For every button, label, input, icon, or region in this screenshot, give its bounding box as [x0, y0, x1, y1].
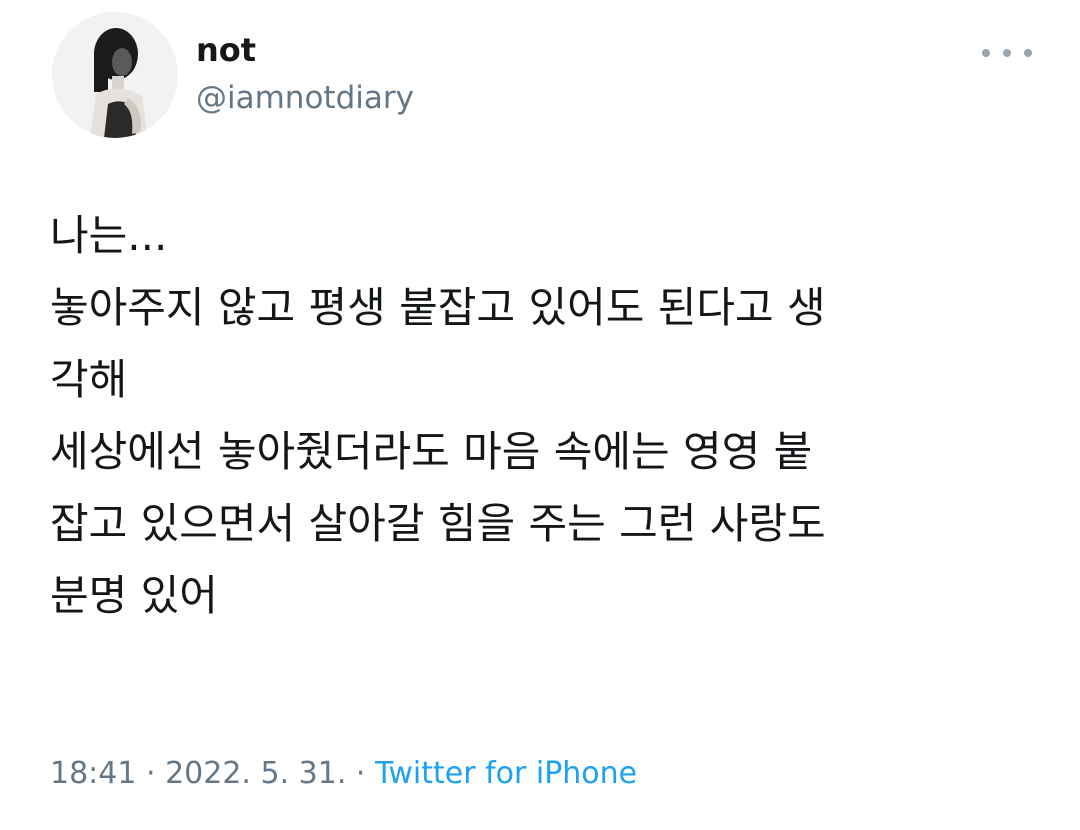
profile-photo-icon: [52, 12, 178, 138]
tweet-text-line: 나는...: [50, 211, 168, 260]
tweet-text-line: 각해: [50, 355, 128, 404]
tweet-text-line: 세상에선 놓아줬더라도 마음 속에는 영영 붙: [50, 427, 813, 476]
tweet-text-line: 놓아주지 않고 평생 붙잡고 있어도 된다고 생: [50, 283, 826, 332]
tweet-text-line: 잡고 있으면서 살아갈 힘을 주는 그런 사랑도: [50, 499, 826, 548]
meta-separator: ·: [136, 756, 166, 791]
tweet-text: 나는... 놓아주지 않고 평생 붙잡고 있어도 된다고 생 각해 세상에선 놓…: [50, 200, 1040, 632]
tweet-card: not @iamnotdiary 나는... 놓아주지 않고 평생 붙잡고 있어…: [0, 0, 1080, 830]
more-dot-icon: [982, 49, 990, 57]
avatar[interactable]: [52, 12, 178, 138]
meta-separator: ·: [346, 756, 375, 791]
more-dot-icon: [1024, 49, 1032, 57]
tweet-time[interactable]: 18:41: [50, 756, 136, 791]
more-options-button[interactable]: [982, 38, 1032, 68]
tweet-meta: 18:41 · 2022. 5. 31. · Twitter for iPhon…: [50, 752, 637, 796]
more-dot-icon: [1003, 49, 1011, 57]
user-handle[interactable]: @iamnotdiary: [196, 78, 414, 118]
tweet-date[interactable]: 2022. 5. 31.: [165, 756, 346, 791]
tweet-source-link[interactable]: Twitter for iPhone: [375, 756, 637, 791]
display-name[interactable]: not: [196, 30, 256, 70]
tweet-text-line: 분명 있어: [50, 571, 218, 620]
